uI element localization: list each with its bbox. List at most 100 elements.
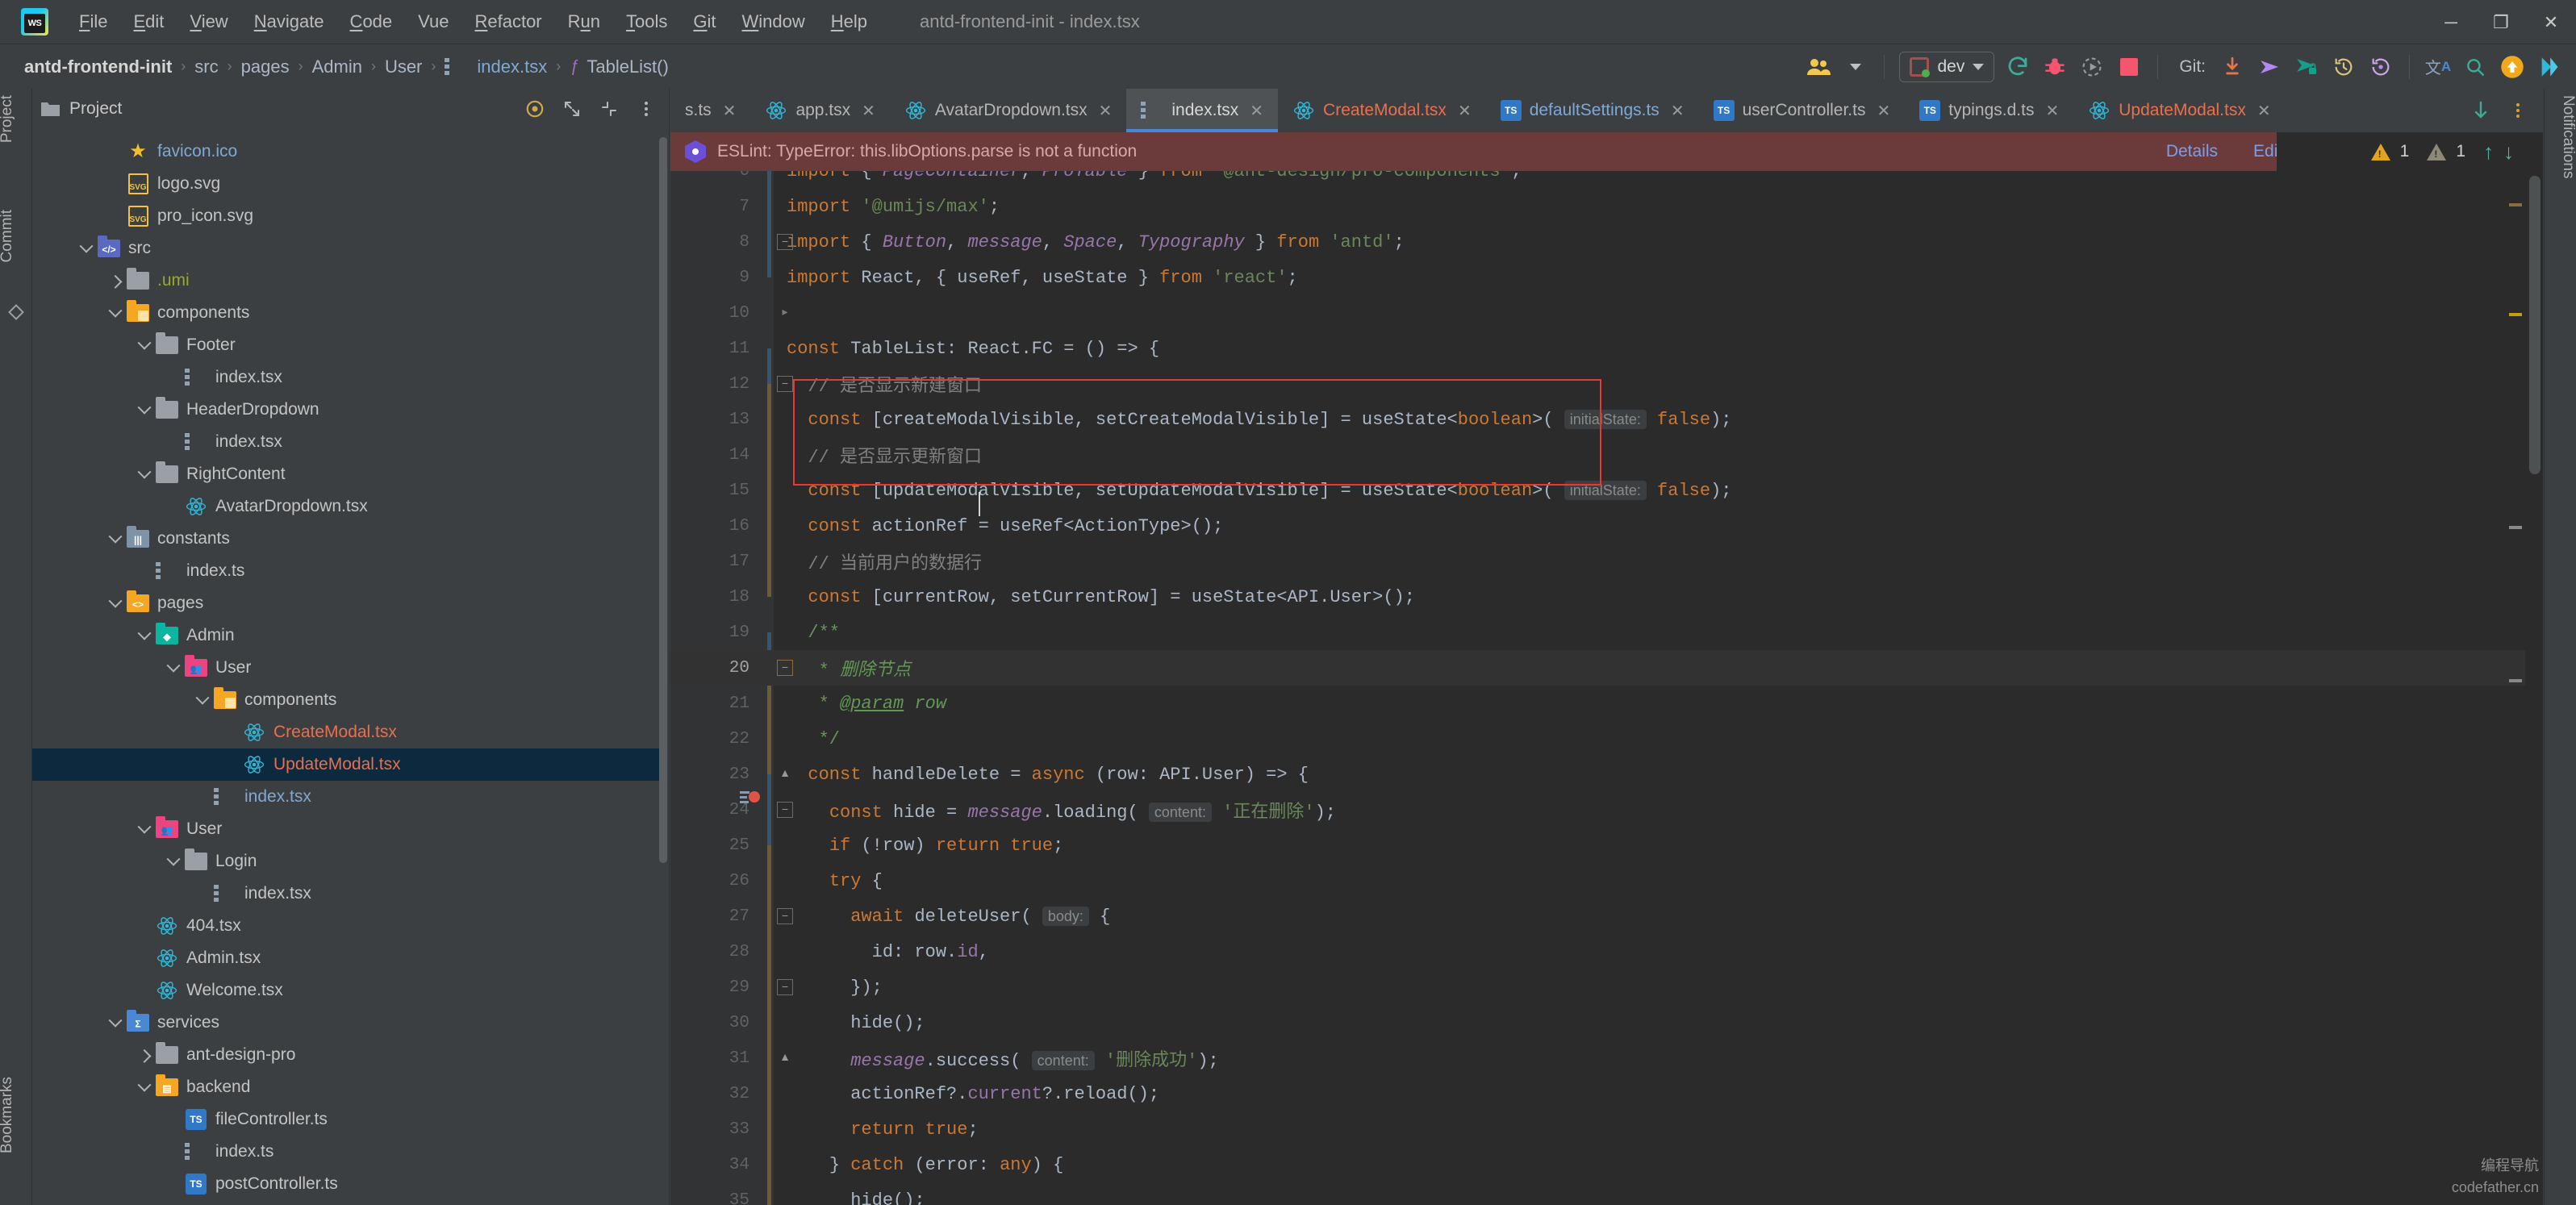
translate-icon[interactable]: 文A [2419, 48, 2457, 85]
fold-marker[interactable]: − [777, 376, 793, 392]
chevron-down-icon[interactable] [134, 399, 155, 420]
tree-node[interactable]: index.ts [32, 1136, 659, 1168]
editor-tab[interactable]: s.ts ✕ [670, 89, 750, 132]
run-configuration-selector[interactable]: dev [1899, 51, 1995, 82]
tree-node[interactable]: Σservices [32, 1007, 659, 1039]
tree-node[interactable]: <> pages [32, 587, 659, 619]
menu-git[interactable]: Git [680, 6, 729, 37]
chevron-down-icon[interactable] [1973, 63, 1985, 70]
tree-node[interactable]: TS postController.ts [32, 1168, 659, 1200]
breadcrumb[interactable]: antd-frontend-init › src › pages › Admin… [21, 56, 672, 77]
close-tab-icon[interactable]: ✕ [2045, 101, 2059, 121]
code-line[interactable]: 31 message.success( content: '删除成功'); [670, 1040, 2543, 1076]
code-line[interactable]: 27 await deleteUser( body: { [670, 899, 2543, 934]
code-line[interactable]: 18 const [currentRow, setCurrentRow] = u… [670, 579, 2543, 615]
tree-node[interactable]: index.tsx [32, 361, 659, 394]
code-line[interactable]: 6 import { PageContainer, ProTable } from… [670, 171, 2543, 189]
code-line[interactable]: 19 /** [670, 615, 2543, 650]
tree-node[interactable]: UpdateModal.tsx [32, 748, 659, 781]
close-button[interactable]: ✕ [2526, 0, 2576, 44]
breadcrumb-item-user[interactable]: User [382, 56, 425, 77]
editor-tab[interactable]: CreateModal.tsx ✕ [1278, 89, 1486, 132]
tree-node[interactable]: ◆ Admin [32, 619, 659, 652]
editor-tab[interactable]: app.tsx ✕ [750, 89, 889, 132]
breadcrumb-item-src[interactable]: src [191, 56, 221, 77]
code-line[interactable]: 25 if (!row) return true; [670, 828, 2543, 863]
git-rollback-icon[interactable] [2362, 48, 2399, 85]
menu-window[interactable]: Window [729, 6, 818, 37]
tree-node[interactable]: ▤ backend [32, 1071, 659, 1103]
code-line[interactable]: 33 return true; [670, 1111, 2543, 1147]
tree-node[interactable]: ant-design-pro [32, 1039, 659, 1071]
info-marker[interactable] [2509, 679, 2522, 682]
breadcrumb-item-function[interactable]: TableList() [583, 56, 671, 77]
menu-edit[interactable]: Edit [120, 6, 177, 37]
tree-node[interactable]: index.tsx [32, 878, 659, 910]
tree-node[interactable]: Login [32, 845, 659, 878]
tree-node[interactable]: .umi [32, 265, 659, 297]
menu-navigate[interactable]: Navigate [241, 6, 337, 37]
code-editor[interactable]: 6 import { PageContainer, ProTable } from… [670, 171, 2543, 1205]
code-line[interactable]: 10 [670, 295, 2543, 331]
chevron-down-icon[interactable] [1837, 48, 1874, 85]
fold-marker[interactable]: − [777, 660, 793, 676]
collapse-icon[interactable] [593, 93, 625, 125]
tree-node[interactable]: index.tsx [32, 426, 659, 458]
target-icon[interactable] [519, 93, 551, 125]
code-line[interactable]: 17 // 当前用户的数据行 [670, 544, 2543, 579]
project-scrollbar[interactable] [659, 137, 667, 863]
close-tab-icon[interactable]: ✕ [723, 101, 737, 121]
users-icon[interactable] [1800, 48, 1837, 85]
tree-node[interactable]: CreateModal.tsx [32, 716, 659, 748]
main-menu[interactable]: File Edit View Navigate Code Vue Refacto… [66, 6, 880, 37]
fold-marker[interactable]: − [777, 802, 793, 818]
breadcrumb-item-pages[interactable]: pages [238, 56, 293, 77]
down-arrow-icon[interactable] [2462, 92, 2499, 129]
chevron-down-icon[interactable] [134, 1077, 155, 1098]
code-line[interactable]: 9 import React, { useRef, useState } from… [670, 260, 2543, 295]
tree-node[interactable]: 👥 User [32, 813, 659, 845]
code-line[interactable]: 26 try { [670, 863, 2543, 899]
menu-run[interactable]: Run [555, 6, 613, 37]
code-line[interactable]: 8 import { Button, message, Space, Typogr… [670, 224, 2543, 260]
chevron-down-icon[interactable] [105, 1012, 126, 1033]
code-line[interactable]: 13 const [createModalVisible, setCreateM… [670, 402, 2543, 437]
more-options-icon[interactable] [630, 93, 662, 125]
menu-view[interactable]: View [177, 6, 240, 37]
tree-node[interactable]: index.tsx [32, 781, 659, 813]
close-tab-icon[interactable]: ✕ [1671, 101, 1685, 121]
chevron-down-icon[interactable] [76, 238, 97, 259]
tool-window-commit[interactable]: Commit [0, 210, 31, 262]
code-line[interactable]: 14 // 是否显示更新窗口 [670, 437, 2543, 473]
rerun-icon[interactable] [1999, 48, 2036, 85]
upload-icon[interactable] [2494, 48, 2531, 85]
chevron-right-icon[interactable] [105, 270, 126, 291]
fold-marker[interactable]: ▲ [777, 1050, 793, 1066]
editor-tab[interactable]: UpdateModal.tsx ✕ [2073, 89, 2285, 132]
chevron-down-icon[interactable] [192, 690, 213, 711]
tree-node[interactable]: RightContent [32, 458, 659, 490]
close-tab-icon[interactable]: ✕ [1250, 101, 1263, 121]
tree-node[interactable]: Footer [32, 329, 659, 361]
editor-tab[interactable]: index.tsx ✕ [1126, 89, 1279, 132]
editor-scrollbar-track[interactable] [2525, 171, 2543, 1205]
coverage-icon[interactable] [2073, 48, 2110, 85]
maximize-button[interactable]: ❐ [2476, 0, 2526, 44]
chevron-down-icon[interactable] [105, 302, 126, 323]
code-line[interactable]: 21 * @param row [670, 686, 2543, 721]
tree-node[interactable]: components [32, 684, 659, 716]
fold-marker[interactable]: − [777, 234, 793, 250]
code-line[interactable]: 35 hide(); [670, 1182, 2543, 1205]
tree-node[interactable]: SVG pro_icon.svg [32, 200, 659, 232]
menu-help[interactable]: Help [818, 6, 880, 37]
tree-node[interactable]: 404.tsx [32, 910, 659, 942]
menu-refactor[interactable]: Refactor [461, 6, 554, 37]
fold-marker[interactable]: − [777, 908, 793, 924]
inspection-widget[interactable]: 1 1 ↑ ↓ [2277, 132, 2543, 171]
tool-window-notifications[interactable]: Notifications [2545, 95, 2576, 179]
code-line[interactable]: 15 const [updateModalVisible, setUpdateM… [670, 473, 2543, 508]
code-line[interactable]: 32 actionRef?.current?.reload(); [670, 1076, 2543, 1111]
tree-node[interactable]: Welcome.tsx [32, 974, 659, 1007]
details-link[interactable]: Details [2166, 142, 2218, 161]
editor-tab[interactable]: TS defaultSettings.ts ✕ [1486, 89, 1699, 132]
